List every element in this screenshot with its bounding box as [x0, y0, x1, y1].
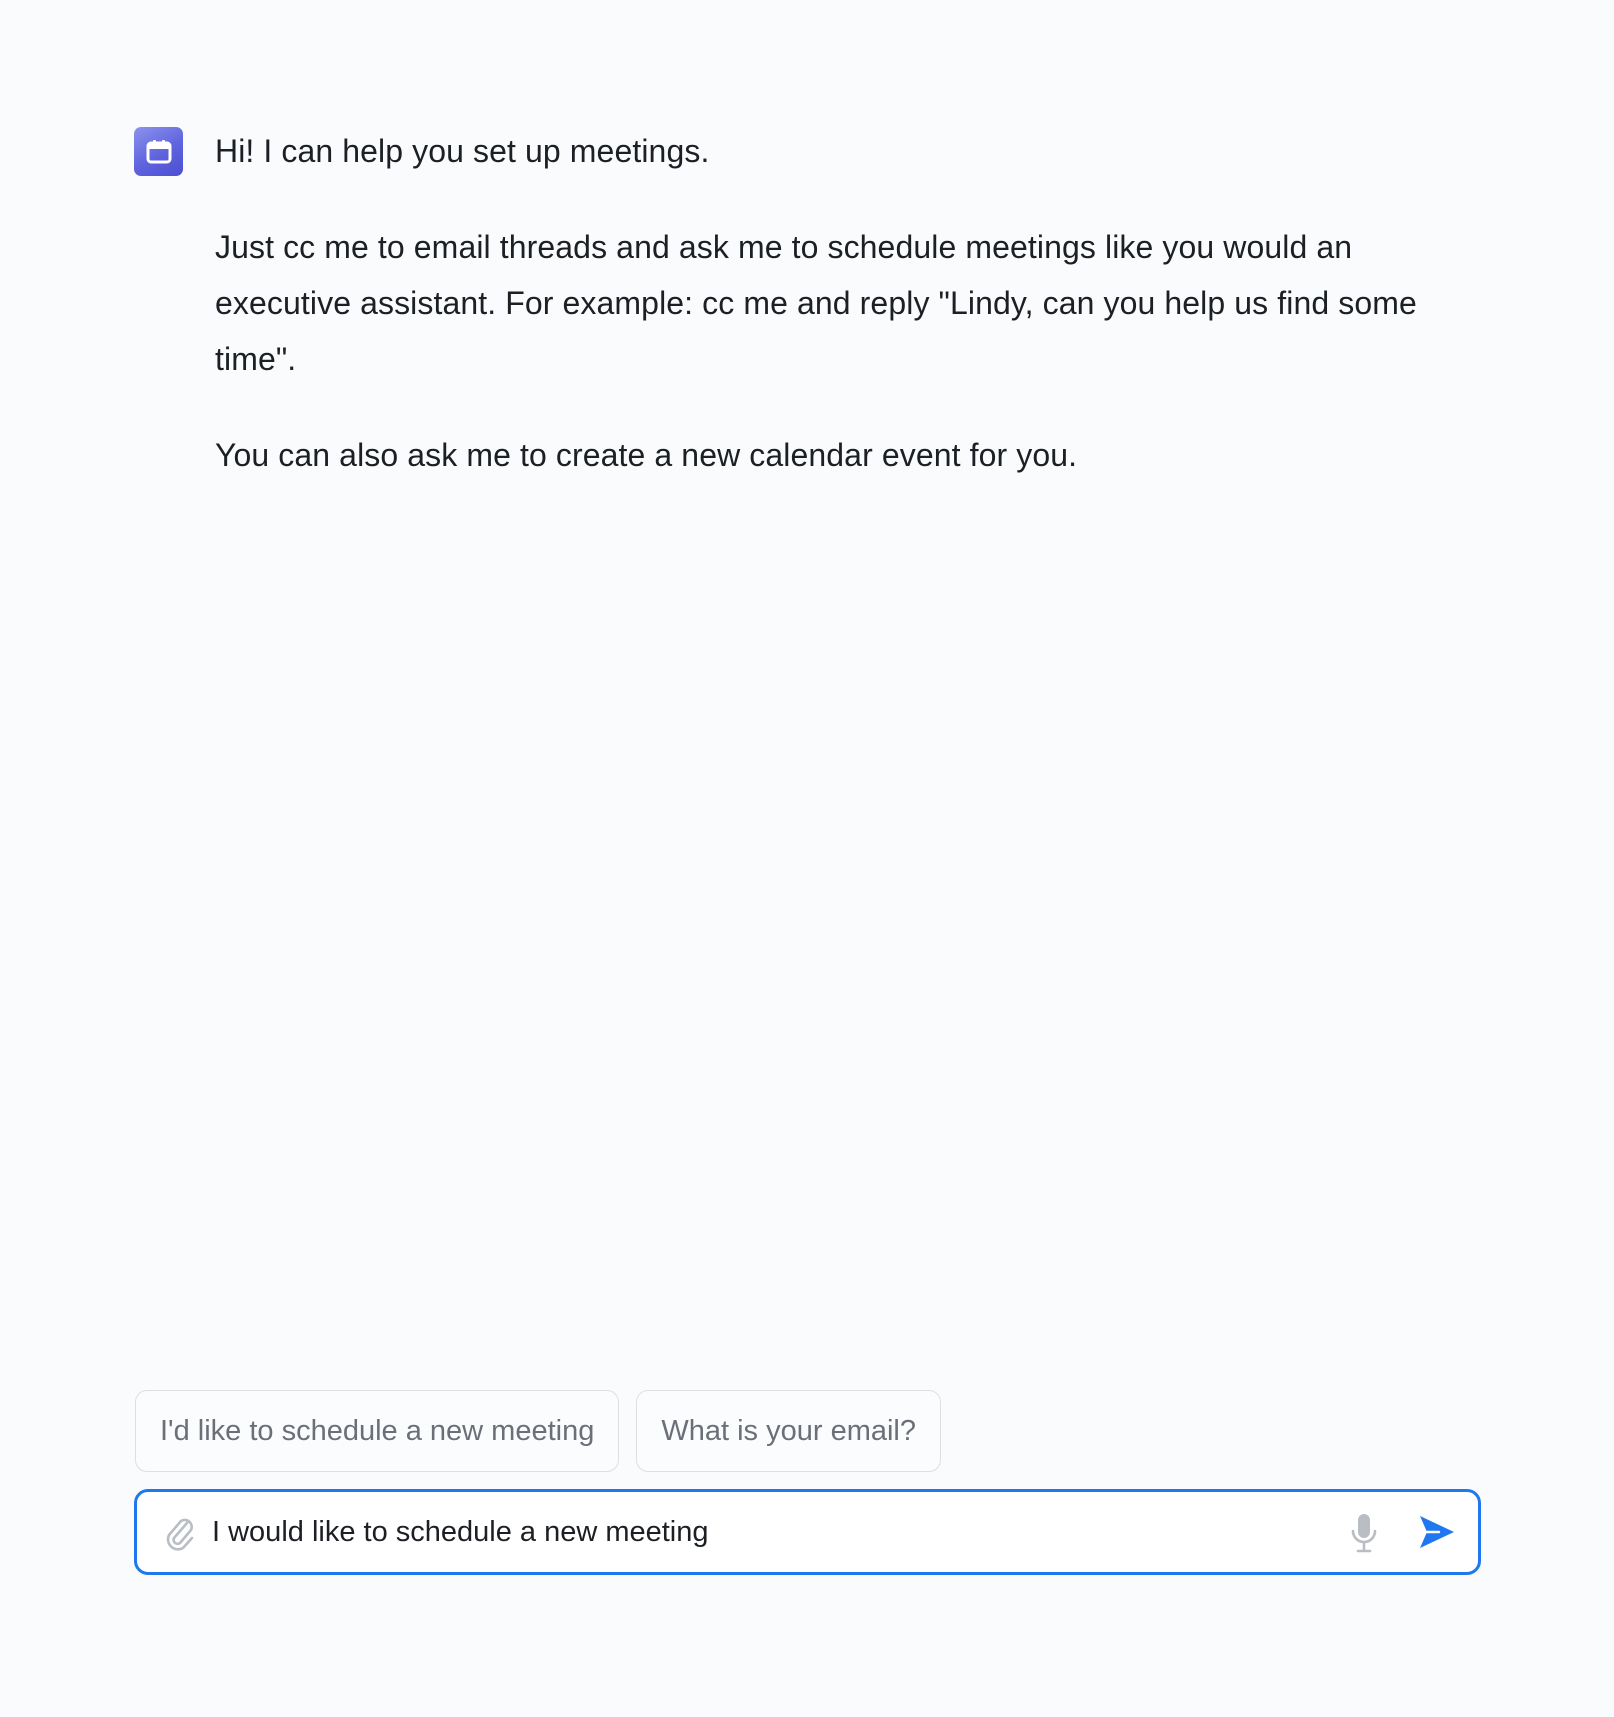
suggestion-chips: I'd like to schedule a new meeting What …: [135, 1390, 942, 1472]
microphone-icon[interactable]: [1349, 1512, 1379, 1554]
message-composer: [134, 1489, 1481, 1575]
paperclip-icon[interactable]: [163, 1514, 197, 1552]
assistant-avatar: [134, 127, 183, 176]
send-icon[interactable]: [1417, 1512, 1457, 1552]
message-paragraph: You can also ask me to create a new cale…: [215, 437, 1078, 473]
suggestion-chip-schedule[interactable]: I'd like to schedule a new meeting: [135, 1390, 620, 1472]
message-input[interactable]: [212, 1492, 1322, 1572]
calendar-icon: [146, 139, 171, 163]
assistant-message: Hi! I can help you set up meetings. Just…: [215, 127, 1465, 483]
message-paragraph: Just cc me to email threads and ask me t…: [215, 229, 1417, 377]
message-paragraph: Hi! I can help you set up meetings.: [215, 133, 710, 169]
suggestion-chip-email[interactable]: What is your email?: [636, 1390, 942, 1472]
